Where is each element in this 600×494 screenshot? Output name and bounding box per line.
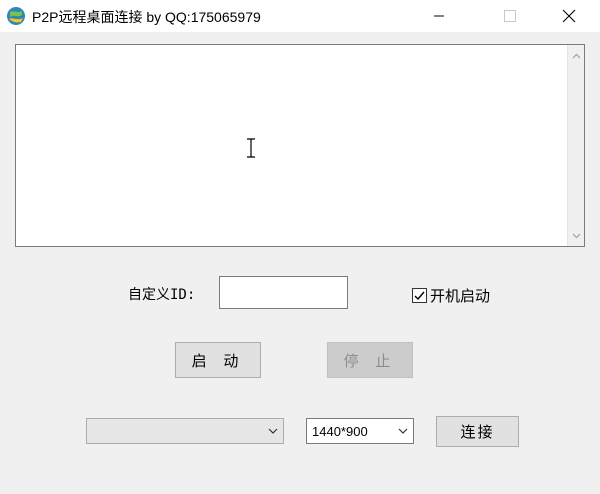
custom-id-input[interactable] bbox=[219, 276, 348, 309]
start-button[interactable]: 启 动 bbox=[175, 342, 261, 378]
close-button[interactable] bbox=[546, 0, 592, 32]
chevron-down-icon bbox=[572, 233, 581, 238]
maximize-icon bbox=[504, 10, 516, 22]
checkbox-box[interactable] bbox=[412, 288, 427, 303]
stop-button[interactable]: 停 止 bbox=[327, 342, 413, 378]
window-title: P2P远程桌面连接 by QQ:175065979 bbox=[32, 9, 261, 25]
resolution-select-value: 1440*900 bbox=[312, 423, 368, 439]
check-icon bbox=[414, 291, 425, 300]
autostart-label: 开机启动 bbox=[430, 287, 491, 305]
maximize-button[interactable] bbox=[487, 0, 533, 32]
log-textarea[interactable] bbox=[15, 44, 585, 247]
scroll-down-arrow[interactable] bbox=[568, 227, 585, 244]
autostart-checkbox[interactable]: 开机启动 bbox=[412, 285, 490, 306]
close-icon bbox=[562, 9, 576, 23]
text-cursor-icon bbox=[247, 138, 255, 158]
peer-select[interactable] bbox=[86, 418, 284, 444]
chevron-down-icon bbox=[398, 428, 408, 434]
chevron-up-icon bbox=[572, 53, 581, 58]
custom-id-label: 自定义ID: bbox=[128, 287, 196, 303]
connect-button[interactable]: 连接 bbox=[436, 416, 519, 447]
app-globe-icon bbox=[7, 7, 25, 25]
minimize-icon bbox=[434, 15, 444, 17]
title-bar[interactable]: P2P远程桌面连接 by QQ:175065979 bbox=[0, 0, 600, 32]
log-scrollbar[interactable] bbox=[567, 45, 584, 246]
chevron-down-icon bbox=[268, 428, 278, 434]
scroll-up-arrow[interactable] bbox=[568, 47, 585, 64]
resolution-select[interactable]: 1440*900 bbox=[306, 418, 414, 444]
minimize-button[interactable] bbox=[416, 0, 462, 32]
